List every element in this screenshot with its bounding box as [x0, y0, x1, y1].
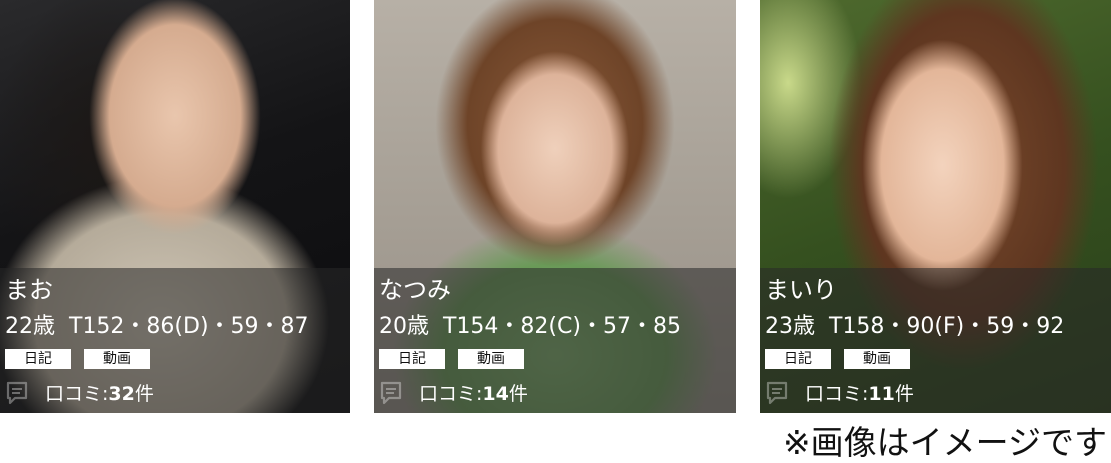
profile-card-mao[interactable]: まお 22歳 T152・86(D)・59・87 日記 動画 口コミ: 32 件 — [0, 0, 350, 413]
profile-measurements: T154・82(C)・57・85 — [443, 314, 681, 339]
profile-measurements: T158・90(F)・59・92 — [829, 314, 1065, 339]
tag-video[interactable]: 動画 — [84, 349, 150, 369]
profile-measurements: T152・86(D)・59・87 — [69, 314, 309, 339]
comment-icon — [380, 381, 402, 405]
profile-age: 20歳 — [379, 314, 429, 339]
reviews-label: 口コミ: — [805, 383, 869, 405]
reviews-count: 14 — [482, 383, 509, 405]
reviews-unit: 件 — [134, 383, 154, 405]
reviews-count: 11 — [868, 383, 895, 405]
reviews-label: 口コミ: — [45, 383, 109, 405]
profile-card-mairi[interactable]: まいり 23歳 T158・90(F)・59・92 日記 動画 口コミ: 11 件 — [760, 0, 1111, 413]
image-disclaimer: ※画像はイメージです — [783, 423, 1107, 462]
tag-diary[interactable]: 日記 — [379, 349, 445, 369]
profile-age: 22歳 — [5, 314, 55, 339]
reviews-count: 32 — [108, 383, 135, 405]
profile-name: まお — [5, 276, 53, 304]
reviews-label: 口コミ: — [419, 383, 483, 405]
tag-diary[interactable]: 日記 — [5, 349, 71, 369]
reviews-link[interactable]: 口コミ: 14 件 — [379, 380, 528, 408]
reviews-unit: 件 — [894, 383, 914, 405]
profile-stats: 23歳 T158・90(F)・59・92 — [765, 312, 1064, 342]
tag-list: 日記 動画 — [379, 349, 524, 369]
profile-name: なつみ — [379, 276, 451, 304]
reviews-unit: 件 — [508, 383, 528, 405]
reviews-link[interactable]: 口コミ: 11 件 — [765, 380, 914, 408]
profile-age: 23歳 — [765, 314, 815, 339]
profile-card-natsumi[interactable]: なつみ 20歳 T154・82(C)・57・85 日記 動画 口コミ: 14 件 — [374, 0, 736, 413]
profile-stats: 22歳 T152・86(D)・59・87 — [5, 312, 309, 342]
tag-list: 日記 動画 — [765, 349, 910, 369]
tag-video[interactable]: 動画 — [844, 349, 910, 369]
tag-list: 日記 動画 — [5, 349, 150, 369]
reviews-link[interactable]: 口コミ: 32 件 — [5, 380, 154, 408]
comment-icon — [766, 381, 788, 405]
tag-diary[interactable]: 日記 — [765, 349, 831, 369]
profile-name: まいり — [765, 276, 837, 304]
tag-video[interactable]: 動画 — [458, 349, 524, 369]
comment-icon — [6, 381, 28, 405]
profile-stats: 20歳 T154・82(C)・57・85 — [379, 312, 681, 342]
